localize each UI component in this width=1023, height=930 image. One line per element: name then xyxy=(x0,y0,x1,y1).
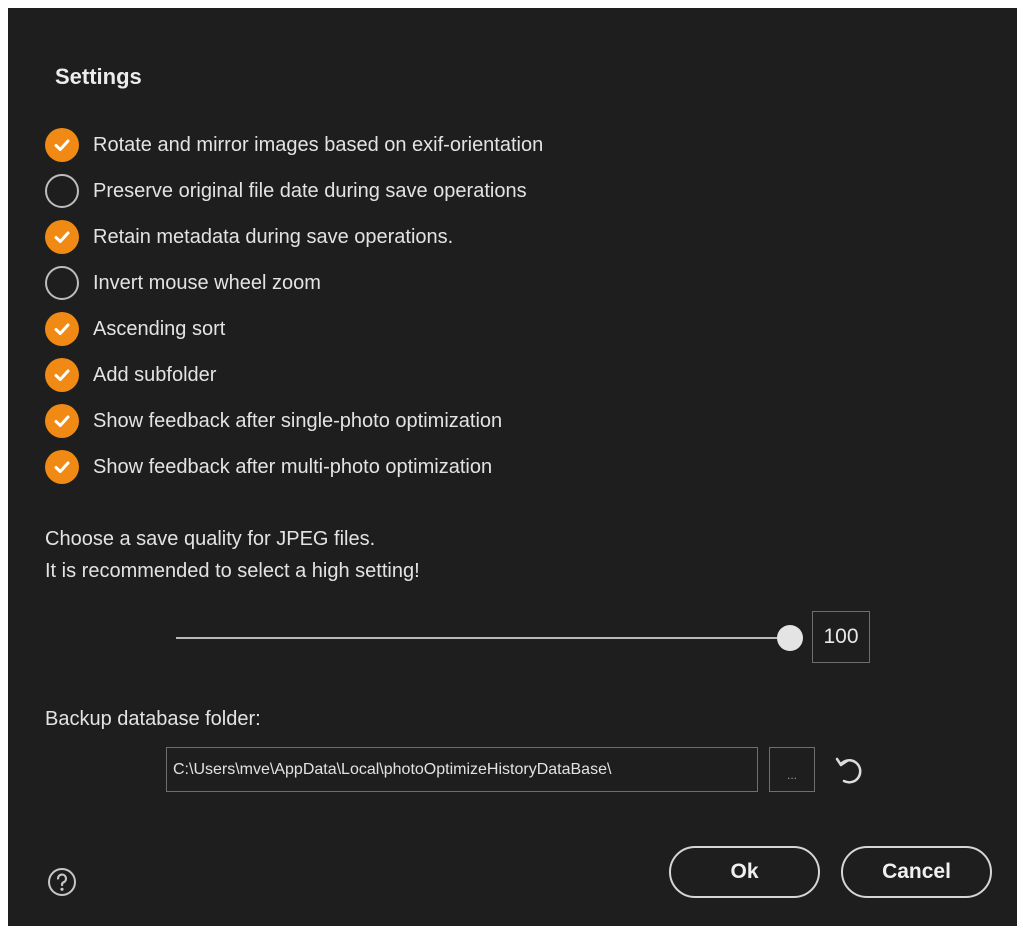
quality-value-field[interactable]: 100 xyxy=(812,611,870,663)
quality-description: Choose a save quality for JPEG files. It… xyxy=(45,523,420,587)
check-icon xyxy=(54,461,70,473)
option-retain-metadata[interactable]: Retain metadata during save operations. xyxy=(45,214,543,260)
slider-thumb[interactable] xyxy=(777,625,803,651)
option-label: Preserve original file date during save … xyxy=(93,179,527,202)
checkbox[interactable] xyxy=(45,128,79,162)
checkbox[interactable] xyxy=(45,358,79,392)
option-feedback-multi[interactable]: Show feedback after multi-photo optimiza… xyxy=(45,444,543,490)
check-icon xyxy=(54,323,70,335)
checkbox[interactable] xyxy=(45,220,79,254)
option-invert-wheel-zoom[interactable]: Invert mouse wheel zoom xyxy=(45,260,543,306)
option-ascending-sort[interactable]: Ascending sort xyxy=(45,306,543,352)
quality-description-line1: Choose a save quality for JPEG files. xyxy=(45,528,376,550)
option-label: Ascending sort xyxy=(93,317,226,340)
browse-button[interactable]: ... xyxy=(769,747,815,792)
option-label: Invert mouse wheel zoom xyxy=(93,271,321,294)
quality-description-line2: It is recommended to select a high setti… xyxy=(45,560,420,582)
slider-fill xyxy=(176,637,790,639)
undo-icon xyxy=(835,757,862,784)
backup-path-input[interactable]: C:\Users\mve\AppData\Local\photoOptimize… xyxy=(166,747,758,792)
option-label: Rotate and mirror images based on exif-o… xyxy=(93,133,544,156)
dialog-title: Settings xyxy=(55,64,142,89)
option-exif-orientation[interactable]: Rotate and mirror images based on exif-o… xyxy=(45,122,543,168)
check-icon xyxy=(54,231,70,243)
settings-dialog: Settings Rotate and mirror images based … xyxy=(8,8,1017,926)
check-icon xyxy=(54,369,70,381)
reset-path-button[interactable] xyxy=(831,752,867,788)
check-icon xyxy=(54,139,70,151)
cancel-button[interactable]: Cancel xyxy=(841,846,992,898)
option-feedback-single[interactable]: Show feedback after single-photo optimiz… xyxy=(45,398,543,444)
option-label: Show feedback after multi-photo optimiza… xyxy=(93,455,493,478)
option-add-subfolder[interactable]: Add subfolder xyxy=(45,352,543,398)
options-list: Rotate and mirror images based on exif-o… xyxy=(45,122,543,490)
quality-slider[interactable] xyxy=(176,624,803,652)
checkbox[interactable] xyxy=(45,450,79,484)
option-label: Retain metadata during save operations. xyxy=(93,225,454,248)
help-icon xyxy=(48,868,76,896)
ok-button[interactable]: Ok xyxy=(669,846,820,898)
option-preserve-file-date[interactable]: Preserve original file date during save … xyxy=(45,168,543,214)
option-label: Show feedback after single-photo optimiz… xyxy=(93,409,503,432)
backup-folder-label: Backup database folder: xyxy=(45,708,261,730)
checkbox[interactable] xyxy=(45,266,79,300)
checkbox[interactable] xyxy=(45,312,79,346)
checkbox[interactable] xyxy=(45,404,79,438)
checkbox[interactable] xyxy=(45,174,79,208)
option-label: Add subfolder xyxy=(93,363,217,386)
check-icon xyxy=(54,415,70,427)
help-button[interactable] xyxy=(46,866,78,898)
